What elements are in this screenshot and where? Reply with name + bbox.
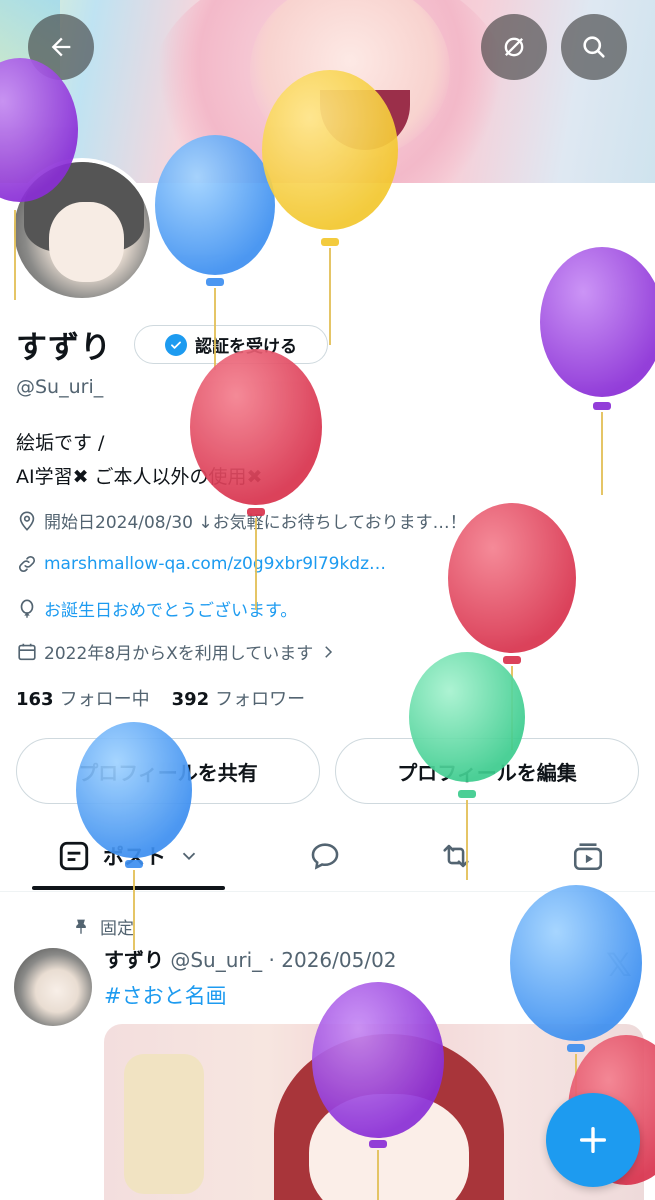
balloon-yellow-1 [262, 70, 398, 345]
balloon-purple-2 [540, 247, 655, 495]
balloon-purple-1 [0, 58, 78, 300]
balloon-green-1 [409, 652, 525, 880]
balloon-overlay [0, 58, 655, 1200]
balloon-blue-1 [155, 135, 275, 370]
balloon-blue-2 [76, 722, 192, 950]
plus-icon [579, 1126, 607, 1154]
compose-post-button[interactable] [546, 1093, 640, 1187]
balloon-purple-3 [312, 982, 444, 1200]
balloon-red-1 [190, 349, 322, 610]
